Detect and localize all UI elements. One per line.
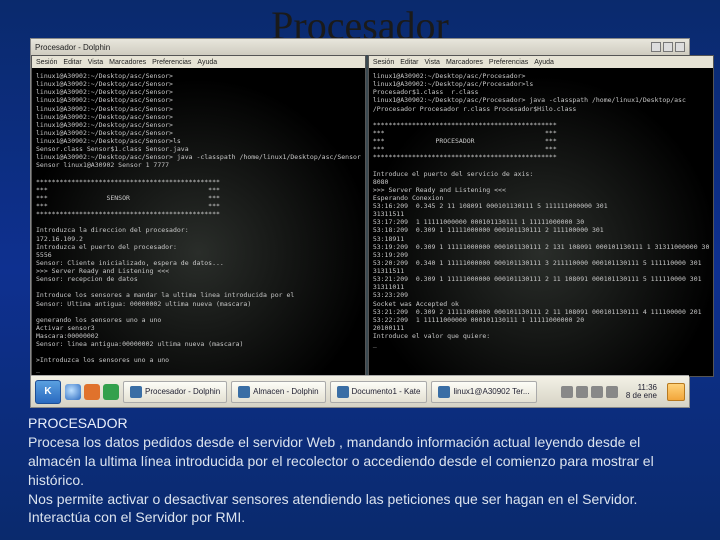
menu-item[interactable]: Ayuda (534, 59, 554, 66)
slide: Procesador Procesador - Dolphin Sesión E… (0, 0, 720, 540)
terminal-pane-left: Sesión Editar Vista Marcadores Preferenc… (31, 55, 366, 377)
tray-icon[interactable] (591, 386, 603, 398)
terminal-text: linux1@A30902:~/Desktop/asc/Procesador> … (373, 72, 710, 348)
kde-taskbar[interactable]: K Procesador - Dolphin Almacen - Dolphin… (31, 375, 689, 407)
close-button[interactable] (675, 42, 685, 52)
taskbar-app-label: Documento1 - Kate (352, 387, 421, 396)
tray-icon[interactable] (561, 386, 573, 398)
firefox-icon[interactable] (84, 384, 100, 400)
tray-icon[interactable] (576, 386, 588, 398)
taskbar-clock[interactable]: 11:36 8 de ene (626, 384, 659, 400)
menu-item[interactable]: Vista (425, 59, 440, 66)
system-tray[interactable] (557, 386, 622, 398)
terminal-panes: Sesión Editar Vista Marcadores Preferenc… (31, 55, 689, 377)
terminal-text: linux1@A30902:~/Desktop/asc/Sensor> linu… (36, 72, 361, 373)
terminal-output-right[interactable]: linux1@A30902:~/Desktop/asc/Procesador> … (369, 68, 714, 376)
taskbar-app[interactable]: linux1@A30902 Ter... (431, 381, 536, 403)
window-titlebar[interactable]: Procesador - Dolphin (31, 39, 689, 55)
window-buttons (651, 42, 685, 52)
terminal-icon (438, 386, 450, 398)
quicklaunch (65, 384, 119, 400)
taskbar-app-label: Almacen - Dolphin (253, 387, 318, 396)
desktop-screenshot: Procesador - Dolphin Sesión Editar Vista… (30, 38, 690, 408)
taskbar-app-label: linux1@A30902 Ter... (453, 387, 529, 396)
slide-caption: PROCESADOR Procesa los datos pedidos des… (28, 414, 692, 527)
caption-heading: PROCESADOR (28, 414, 692, 433)
terminal-pane-right: Sesión Editar Vista Marcadores Preferenc… (368, 55, 715, 377)
taskbar-app-label: Procesador - Dolphin (145, 387, 220, 396)
document-icon (337, 386, 349, 398)
taskbar-app[interactable]: Documento1 - Kate (330, 381, 428, 403)
terminal-menubar-right[interactable]: Sesión Editar Vista Marcadores Preferenc… (369, 56, 714, 68)
tray-icon[interactable] (606, 386, 618, 398)
kde-start-button[interactable]: K (35, 380, 61, 404)
konqueror-icon[interactable] (65, 384, 81, 400)
caption-p2: Nos permite activar o desactivar sensore… (28, 490, 692, 509)
menu-item[interactable]: Preferencias (152, 59, 191, 66)
menu-item[interactable]: Editar (400, 59, 418, 66)
maximize-button[interactable] (663, 42, 673, 52)
menu-item[interactable]: Vista (88, 59, 103, 66)
caption-p1: Procesa los datos pedidos desde el servi… (28, 433, 692, 490)
app-icon[interactable] (103, 384, 119, 400)
show-desktop-button[interactable] (667, 383, 685, 401)
terminal-menubar-left[interactable]: Sesión Editar Vista Marcadores Preferenc… (32, 56, 365, 68)
caption-p3: Interactúa con el Servidor por RMI. (28, 508, 692, 527)
menu-item[interactable]: Editar (63, 59, 81, 66)
folder-icon (238, 386, 250, 398)
menu-item[interactable]: Ayuda (197, 59, 217, 66)
menu-item[interactable]: Sesión (36, 59, 57, 66)
terminal-output-left[interactable]: linux1@A30902:~/Desktop/asc/Sensor> linu… (32, 68, 365, 376)
menu-item[interactable]: Marcadores (446, 59, 483, 66)
minimize-button[interactable] (651, 42, 661, 52)
menu-item[interactable]: Sesión (373, 59, 394, 66)
clock-date: 8 de ene (626, 392, 657, 400)
folder-icon (130, 386, 142, 398)
taskbar-app[interactable]: Procesador - Dolphin (123, 381, 227, 403)
menu-item[interactable]: Marcadores (109, 59, 146, 66)
window-title-text: Procesador - Dolphin (35, 43, 110, 52)
menu-item[interactable]: Preferencias (489, 59, 528, 66)
taskbar-app[interactable]: Almacen - Dolphin (231, 381, 325, 403)
